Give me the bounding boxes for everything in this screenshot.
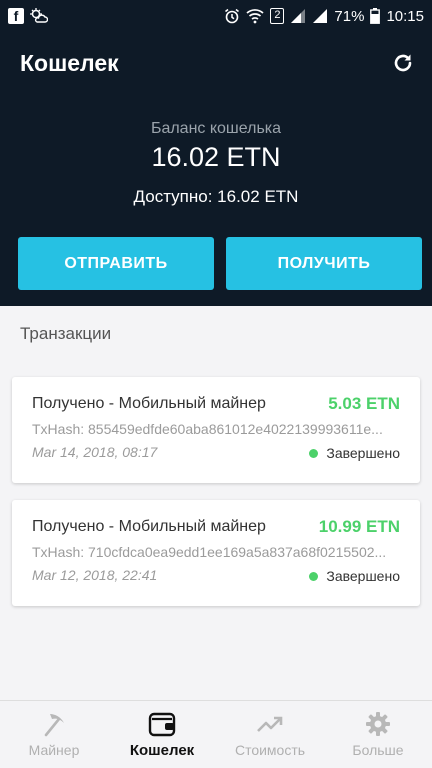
- signal-icon: [290, 8, 306, 24]
- status-bar: f 2 71% 10:15: [0, 0, 432, 32]
- refresh-icon: [394, 54, 412, 72]
- battery-icon: [370, 8, 381, 24]
- page-title: Кошелек: [20, 50, 119, 76]
- wifi-icon: [246, 8, 264, 24]
- nav-label: Майнер: [28, 742, 80, 758]
- nav-label: Кошелек: [129, 742, 195, 759]
- pickaxe-icon: [41, 710, 67, 738]
- transaction-card[interactable]: Получено - Мобильный майнер 5.03 ETN TxH…: [12, 377, 420, 483]
- nav-label: Стоимость: [234, 742, 306, 758]
- alarm-icon: [224, 8, 240, 24]
- status-label: Завершено: [326, 568, 400, 584]
- transaction-amount: 10.99 ETN: [318, 517, 400, 536]
- wallet-icon: [148, 710, 176, 738]
- transaction-date: Mar 12, 2018, 22:41: [32, 567, 158, 583]
- balance-label: Баланс кошелька: [150, 120, 282, 137]
- status-dot-icon: [309, 571, 319, 581]
- bottom-navigation: Майнер Кошелек Стоимость Больше: [0, 700, 432, 768]
- balance-value: 16.02 ETN: [151, 142, 281, 172]
- signal-icon: [312, 8, 328, 24]
- nav-item-price[interactable]: Стоимость: [216, 701, 324, 768]
- gear-icon: [365, 710, 391, 738]
- transaction-hash: TxHash: 855459edfde60aba861012e402213999…: [32, 421, 383, 437]
- weather-icon: [30, 8, 48, 24]
- refresh-button[interactable]: [388, 48, 418, 78]
- battery-percent: 71%: [334, 7, 365, 25]
- transaction-amount: 5.03 ETN: [328, 394, 400, 413]
- status-dot-icon: [309, 448, 319, 458]
- transaction-description: Получено - Мобильный майнер: [32, 518, 266, 535]
- status-label: Завершено: [326, 445, 400, 461]
- sim-badge: 2: [270, 8, 285, 24]
- transaction-hash: TxHash: 710cfdca0ea9edd1ee169a5a837a68f0…: [32, 544, 387, 560]
- transaction-status: Завершено: [309, 445, 400, 461]
- receive-button[interactable]: ПОЛУЧИТЬ: [226, 237, 422, 290]
- facebook-icon: f: [8, 8, 24, 24]
- transactions-title: Транзакции: [20, 324, 112, 343]
- nav-label: Больше: [352, 742, 404, 758]
- wallet-header: Кошелек Баланс кошелька 16.02 ETN Доступ…: [0, 32, 432, 306]
- clock: 10:15: [386, 7, 424, 25]
- send-button[interactable]: ОТПРАВИТЬ: [18, 237, 214, 290]
- nav-item-miner[interactable]: Майнер: [0, 701, 108, 768]
- available-balance: Доступно: 16.02 ETN: [133, 187, 299, 206]
- transaction-date: Mar 14, 2018, 08:17: [32, 444, 158, 460]
- transaction-card[interactable]: Получено - Мобильный майнер 10.99 ETN Tx…: [12, 500, 420, 606]
- nav-item-wallet[interactable]: Кошелек: [108, 701, 216, 768]
- trending-up-icon: [256, 710, 284, 738]
- transaction-status: Завершено: [309, 568, 400, 584]
- transaction-description: Получено - Мобильный майнер: [32, 395, 266, 412]
- nav-item-more[interactable]: Больше: [324, 701, 432, 768]
